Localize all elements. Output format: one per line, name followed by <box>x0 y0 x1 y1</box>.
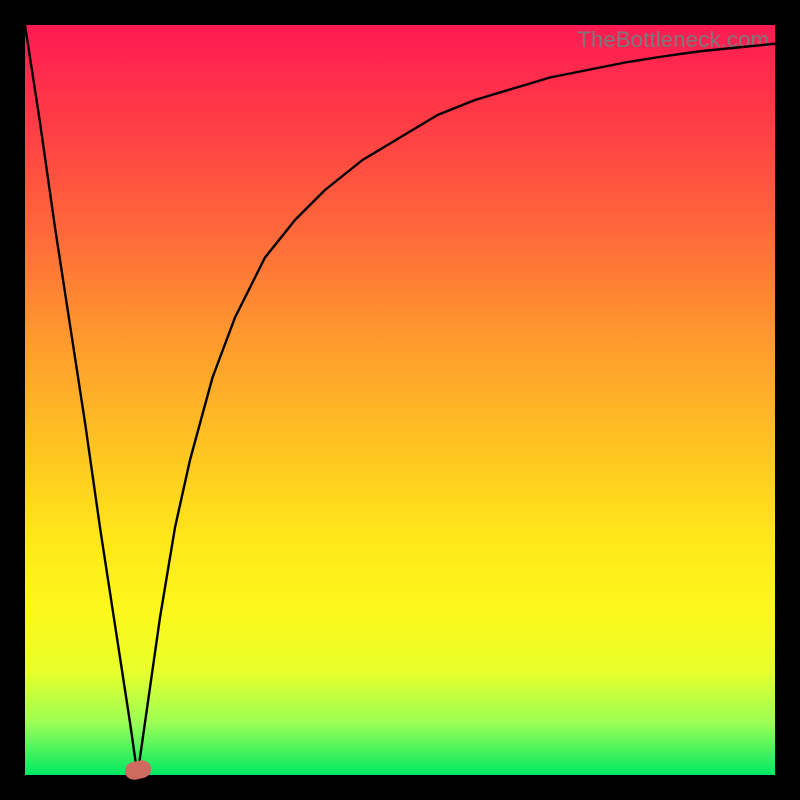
curve-svg <box>25 25 775 775</box>
plot-area: TheBottleneck.com <box>25 25 775 775</box>
bottleneck-curve <box>25 25 775 775</box>
chart-frame: TheBottleneck.com <box>0 0 800 800</box>
